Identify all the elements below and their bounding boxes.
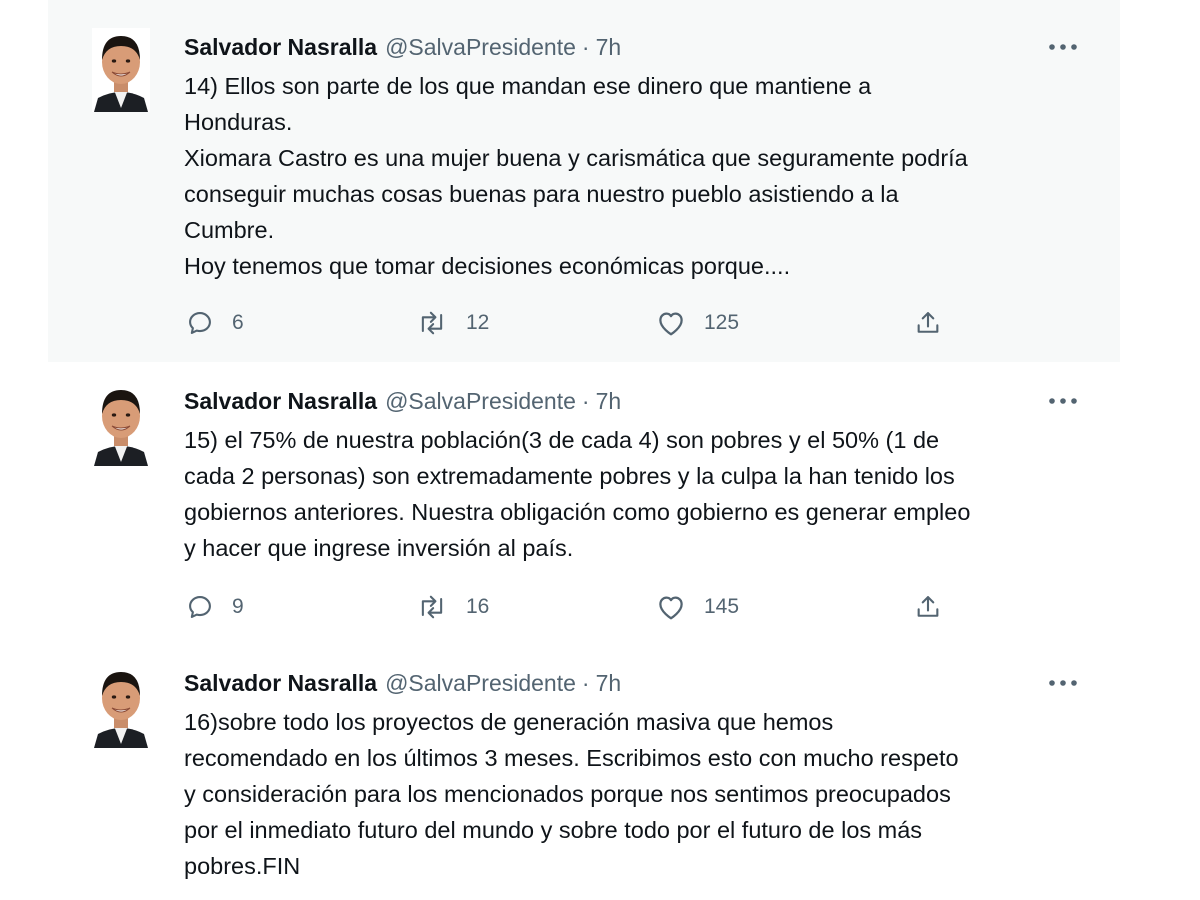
share-icon — [914, 593, 942, 621]
tweet-text-line: recomendado en los últimos 3 meses. Escr… — [184, 745, 959, 771]
author-name[interactable]: Salvador Nasralla — [184, 666, 377, 700]
tweet-text-line: Xiomara Castro es una mujer buena y cari… — [184, 145, 968, 171]
heart-icon — [656, 309, 686, 337]
reply-count: 9 — [232, 595, 244, 618]
avatar[interactable] — [92, 664, 150, 748]
tweet-actions: 9 16 145 — [184, 590, 964, 624]
author-name[interactable]: Salvador Nasralla — [184, 384, 377, 418]
retweet-button[interactable]: 16 — [416, 590, 489, 624]
tweet-text-line: Honduras. — [184, 109, 293, 135]
retweet-icon — [416, 309, 448, 337]
tweet-text-line: conseguir muchas cosas buenas para nuest… — [184, 181, 899, 207]
tweet-15[interactable]: Salvador Nasralla @SalvaPresidente · 7h … — [48, 362, 1120, 644]
separator-dot: · — [581, 670, 590, 696]
tweet-14[interactable]: Salvador Nasralla @SalvaPresidente · 7h … — [48, 0, 1120, 362]
share-button[interactable] — [914, 306, 942, 340]
tweet-text-line: gobiernos anteriores. Nuestra obligación… — [184, 499, 971, 525]
reply-icon — [186, 309, 214, 337]
tweet-text-line: Hoy tenemos que tomar decisiones económi… — [184, 253, 791, 279]
retweet-icon — [416, 593, 448, 621]
tweet-text-line: 14) Ellos son parte de los que mandan es… — [184, 73, 872, 99]
tweet-text: 15) el 75% de nuestra población(3 de cad… — [184, 422, 1104, 566]
tweet-header: Salvador Nasralla @SalvaPresidente · 7h — [184, 30, 1080, 64]
retweet-count: 12 — [466, 311, 490, 334]
tweet-text-line: por el inmediato futuro del mundo y sobr… — [184, 817, 923, 843]
author-handle[interactable]: @SalvaPresidente — [385, 384, 576, 418]
tweet-text: 16)sobre todo los proyectos de generació… — [184, 704, 1104, 884]
timestamp[interactable]: 7h — [596, 666, 622, 700]
like-count: 145 — [704, 595, 740, 618]
tweet-header: Salvador Nasralla @SalvaPresidente · 7h — [184, 666, 1080, 700]
tweet-16[interactable]: Salvador Nasralla @SalvaPresidente · 7h … — [48, 644, 1120, 900]
more-options-icon[interactable] — [1046, 384, 1080, 418]
reply-button[interactable]: 9 — [186, 590, 244, 624]
tweet-text-line: pobres.FIN — [184, 853, 301, 879]
separator-dot: · — [581, 388, 590, 414]
author-handle[interactable]: @SalvaPresidente — [385, 666, 576, 700]
author-handle[interactable]: @SalvaPresidente — [385, 30, 576, 64]
author-name[interactable]: Salvador Nasralla — [184, 30, 377, 64]
share-button[interactable] — [914, 590, 942, 624]
share-icon — [914, 309, 942, 337]
timestamp[interactable]: 7h — [596, 384, 622, 418]
tweet-text-line: y hacer que ingrese inversión al país. — [184, 535, 574, 561]
avatar[interactable] — [92, 28, 150, 112]
tweet-text-line: 15) el 75% de nuestra población(3 de cad… — [184, 427, 940, 453]
tweet-thread: Salvador Nasralla @SalvaPresidente · 7h … — [0, 0, 1200, 900]
avatar[interactable] — [92, 382, 150, 466]
reply-button[interactable]: 6 — [186, 306, 244, 340]
tweet-text-line: y consideración para los mencionados por… — [184, 781, 951, 807]
timestamp[interactable]: 7h — [596, 30, 622, 64]
tweet-header: Salvador Nasralla @SalvaPresidente · 7h — [184, 384, 1080, 418]
separator-dot: · — [581, 34, 590, 60]
reply-icon — [186, 593, 214, 621]
tweet-actions: 6 12 125 — [184, 306, 964, 340]
tweet-text: 14) Ellos son parte de los que mandan es… — [184, 68, 1104, 284]
more-options-icon[interactable] — [1046, 30, 1080, 64]
more-options-icon[interactable] — [1046, 666, 1080, 700]
like-button[interactable]: 145 — [656, 590, 739, 624]
tweet-text-line: Cumbre. — [184, 217, 275, 243]
tweet-text-line: 16)sobre todo los proyectos de generació… — [184, 709, 834, 735]
tweet-text-line: cada 2 personas) son extremadamente pobr… — [184, 463, 955, 489]
reply-count: 6 — [232, 311, 244, 334]
like-count: 125 — [704, 311, 740, 334]
heart-icon — [656, 593, 686, 621]
like-button[interactable]: 125 — [656, 306, 739, 340]
retweet-count: 16 — [466, 595, 490, 618]
retweet-button[interactable]: 12 — [416, 306, 489, 340]
